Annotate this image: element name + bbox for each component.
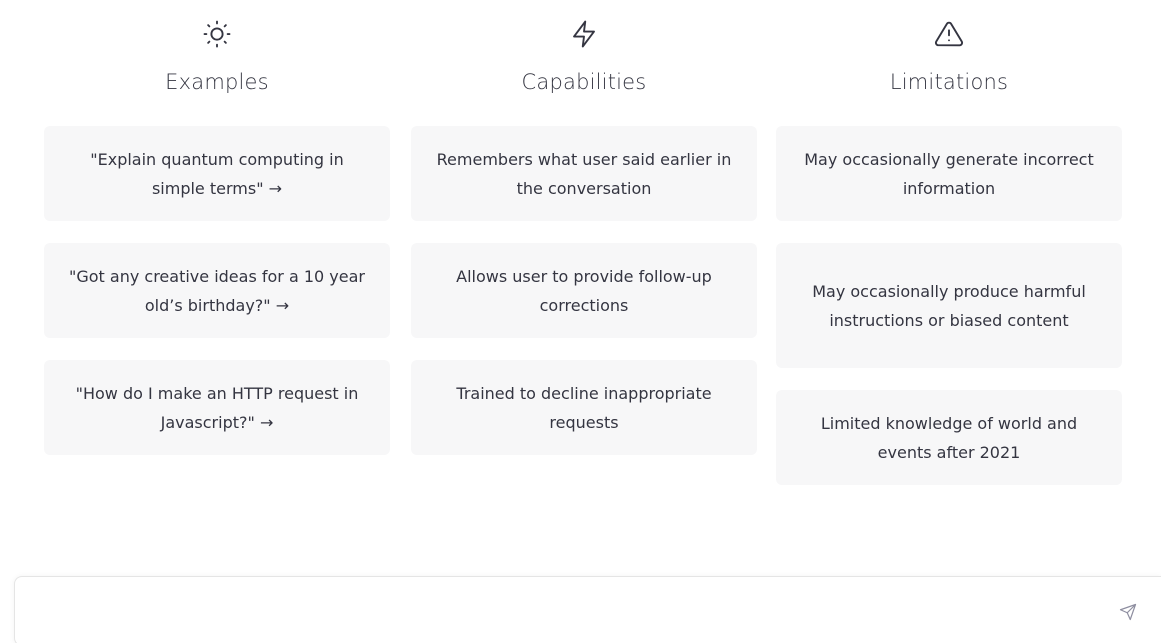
sun-icon [44,17,390,51]
send-icon [1119,603,1137,621]
message-composer [14,576,1161,643]
capability-item: Trained to decline inappropriate request… [411,360,757,455]
chat-welcome-screen: Examples "Explain quantum computing in s… [0,0,1161,643]
examples-heading: Examples [165,70,269,94]
capability-item: Remembers what user said earlier in the … [411,126,757,221]
limitations-heading: Limitations [889,70,1009,94]
example-prompt-button[interactable]: "How do I make an HTTP request in Javasc… [44,360,390,455]
limitation-item: May occasionally generate incorrect info… [776,126,1122,221]
send-button[interactable] [1115,599,1141,625]
example-prompt-button[interactable]: "Explain quantum computing in simple ter… [44,126,390,221]
capability-item: Allows user to provide follow-up correct… [411,243,757,338]
capabilities-heading: Capabilities [521,70,647,94]
warning-triangle-icon [776,17,1122,51]
message-input[interactable] [29,595,1089,625]
limitation-item: Limited knowledge of world and events af… [776,390,1122,485]
limitation-item: May occasionally produce harmful instruc… [776,243,1122,368]
lightning-icon [411,17,757,51]
example-prompt-button[interactable]: "Got any creative ideas for a 10 year ol… [44,243,390,338]
